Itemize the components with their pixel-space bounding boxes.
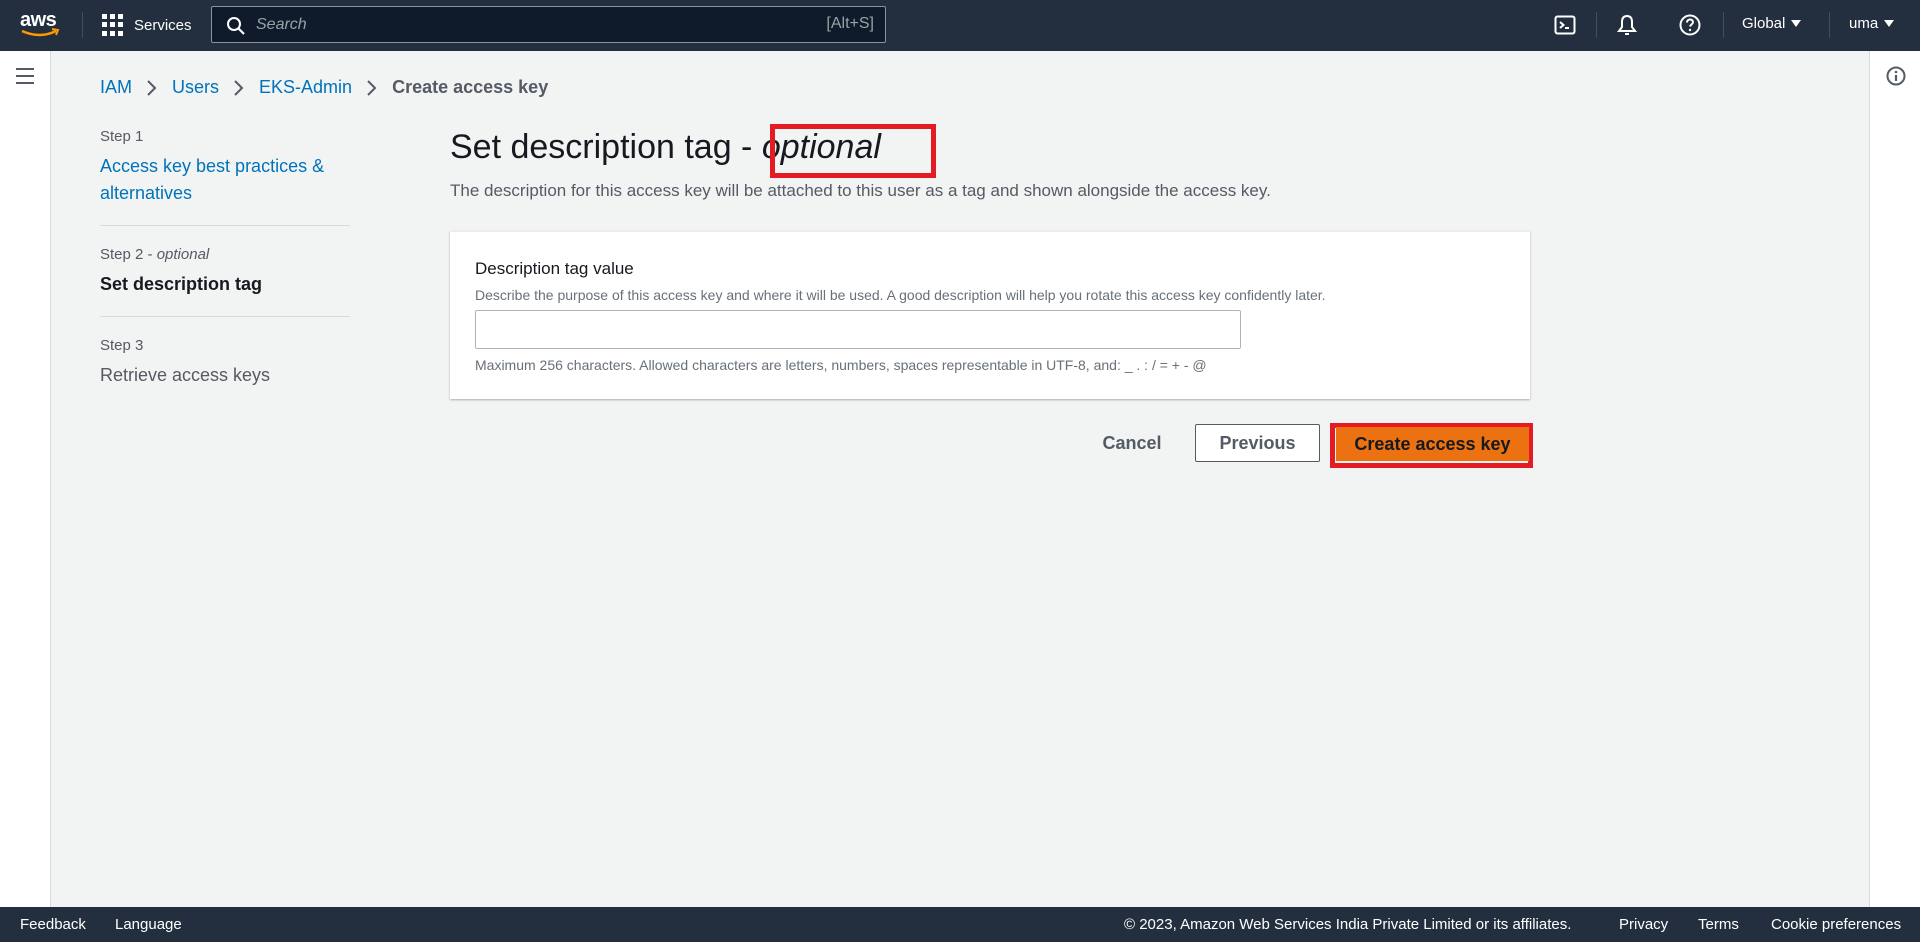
step-number: Step 3 bbox=[100, 337, 144, 354]
feedback-link[interactable]: Feedback bbox=[20, 916, 86, 933]
language-link[interactable]: Language bbox=[115, 916, 182, 933]
description-tag-input[interactable] bbox=[475, 310, 1241, 349]
left-navigation-rail bbox=[0, 51, 51, 907]
nav-separator bbox=[1723, 12, 1724, 38]
field-constraint-text: Maximum 256 characters. Allowed characte… bbox=[475, 357, 1207, 373]
previous-button[interactable]: Previous bbox=[1195, 424, 1320, 462]
chevron-right-icon bbox=[234, 79, 244, 96]
create-access-key-button[interactable]: Create access key bbox=[1336, 427, 1529, 461]
region-label: Global bbox=[1742, 15, 1786, 32]
services-menu-button[interactable]: Services bbox=[102, 14, 192, 36]
wizard-step-2: Step 2 - optional Set description tag bbox=[100, 246, 350, 317]
step-3-title: Retrieve access keys bbox=[100, 365, 271, 385]
terms-link[interactable]: Terms bbox=[1698, 916, 1739, 933]
breadcrumb-users[interactable]: Users bbox=[172, 77, 219, 98]
top-navigation: aws Services [Alt+S] Global bbox=[0, 0, 1920, 51]
breadcrumb-iam[interactable]: IAM bbox=[100, 77, 132, 98]
account-label: uma bbox=[1849, 15, 1879, 32]
chevron-right-icon bbox=[367, 79, 377, 96]
step-number: Step 1 bbox=[100, 128, 144, 145]
nav-separator bbox=[1596, 12, 1597, 38]
nav-separator bbox=[1829, 12, 1830, 38]
footer: Feedback Language © 2023, Amazon Web Ser… bbox=[0, 907, 1920, 942]
search-shortcut-hint: [Alt+S] bbox=[826, 15, 874, 32]
services-label: Services bbox=[134, 16, 192, 34]
field-description: Describe the purpose of this access key … bbox=[475, 287, 1326, 303]
field-label: Description tag value bbox=[475, 259, 634, 278]
help-icon[interactable] bbox=[1678, 13, 1702, 37]
highlight-annotation-box bbox=[770, 124, 936, 178]
breadcrumb: IAM Users EKS-Admin Create access key bbox=[100, 77, 548, 98]
caret-down-icon bbox=[1791, 20, 1802, 27]
search-icon bbox=[227, 17, 245, 35]
chevron-right-icon bbox=[147, 79, 157, 96]
cookie-preferences-link[interactable]: Cookie preferences bbox=[1771, 916, 1901, 933]
aws-logo[interactable]: aws bbox=[20, 10, 62, 40]
caret-down-icon bbox=[1884, 20, 1895, 27]
cancel-button[interactable]: Cancel bbox=[1092, 424, 1172, 462]
wizard-steps: Step 1 Access key best practices & alter… bbox=[100, 128, 350, 427]
wizard-step-3: Step 3 Retrieve access keys bbox=[100, 337, 350, 407]
step-1-link[interactable]: Access key best practices & alternatives bbox=[100, 153, 350, 207]
menu-toggle-icon[interactable] bbox=[16, 68, 34, 84]
search-box[interactable]: [Alt+S] bbox=[211, 6, 886, 43]
search-input[interactable] bbox=[256, 13, 776, 37]
wizard-step-1: Step 1 Access key best practices & alter… bbox=[100, 128, 350, 226]
info-icon[interactable] bbox=[1885, 65, 1907, 87]
step-number: Step 2 - optional bbox=[100, 246, 210, 263]
page-description: The description for this access key will… bbox=[450, 181, 1271, 200]
step-2-title: Set description tag bbox=[100, 274, 263, 294]
cloudshell-icon[interactable] bbox=[1553, 13, 1577, 37]
notifications-bell-icon[interactable] bbox=[1615, 13, 1639, 37]
nav-divider bbox=[82, 12, 83, 38]
region-selector[interactable]: Global bbox=[1742, 15, 1802, 32]
apps-grid-icon bbox=[102, 14, 124, 36]
copyright-text: © 2023, Amazon Web Services India Privat… bbox=[1124, 916, 1572, 933]
aws-logo-text: aws bbox=[20, 9, 57, 31]
breadcrumb-current: Create access key bbox=[392, 77, 549, 97]
privacy-link[interactable]: Privacy bbox=[1619, 916, 1668, 933]
description-tag-card: Description tag value Describe the purpo… bbox=[450, 231, 1530, 399]
right-tools-rail bbox=[1869, 51, 1920, 907]
aws-smile-icon bbox=[21, 28, 60, 37]
account-menu[interactable]: uma bbox=[1849, 15, 1895, 32]
breadcrumb-eks-admin[interactable]: EKS-Admin bbox=[259, 77, 352, 98]
